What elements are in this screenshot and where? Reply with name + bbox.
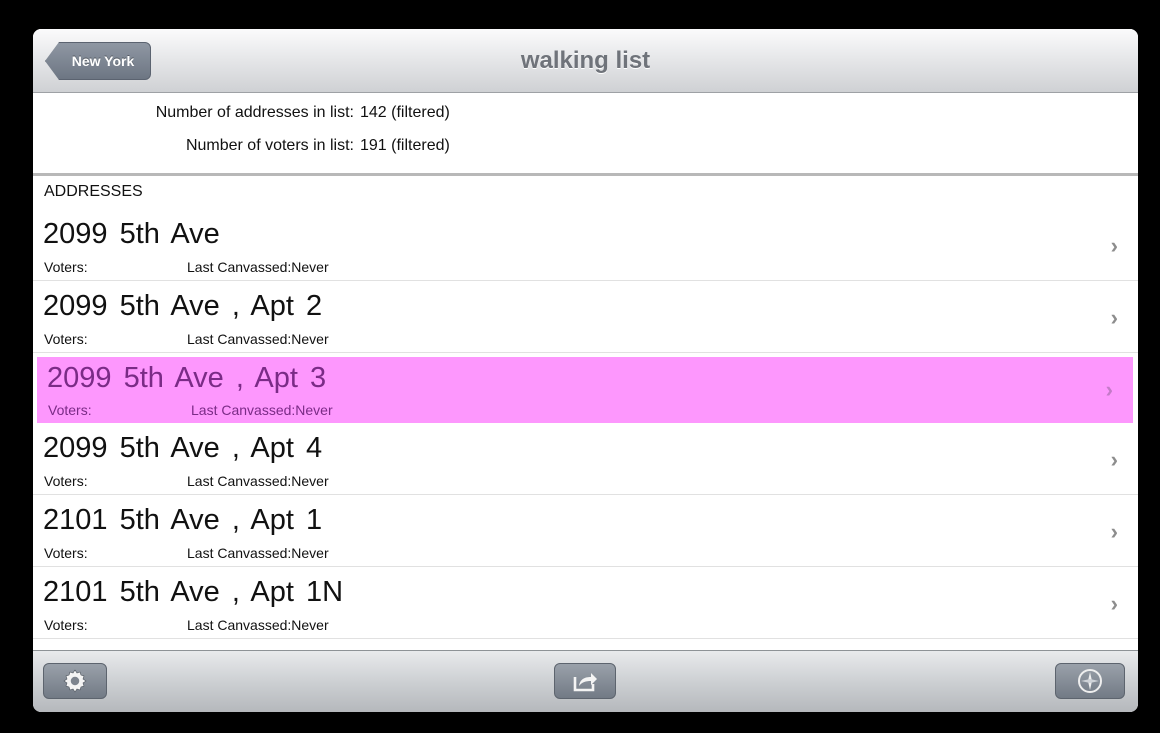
last-canvassed-text: Last Canvassed:Never [191,402,333,418]
address-row[interactable]: 2099 5th Ave , Apt 4 Voters: Last Canvas… [33,423,1138,495]
voters-label: Voters: [44,473,88,489]
navigation-bar: walking list New York [33,29,1138,93]
address-text: 2101 5th Ave , Apt 1 [43,504,323,536]
list-summary: Number of addresses in list: 142 (filter… [33,94,1138,176]
settings-button[interactable] [43,663,107,699]
bottom-toolbar [33,650,1138,712]
address-row[interactable]: 2099 5th Ave , Apt 2 Voters: Last Canvas… [33,281,1138,353]
voters-label: Voters: [44,331,88,347]
address-text: 2099 5th Ave [43,218,220,250]
chevron-right-icon: › [1110,233,1118,258]
voters-label: Voters: [44,617,88,633]
last-canvassed-text: Last Canvassed:Never [187,617,329,633]
address-text: 2099 5th Ave , Apt 3 [47,362,327,394]
addresses-count-row: Number of addresses in list: 142 (filter… [33,104,450,122]
chevron-right-icon: › [1110,591,1118,616]
address-text: 2101 5th Ave , Apt 1N [43,576,344,608]
addresses-count-value: 142 (filtered) [360,104,450,121]
voters-label: Voters: [44,545,88,561]
last-canvassed-text: Last Canvassed:Never [187,545,329,561]
last-canvassed-text: Last Canvassed:Never [187,259,329,275]
back-button[interactable]: New York [45,42,151,80]
map-button[interactable] [1055,663,1125,699]
voters-count-value: 191 (filtered) [360,137,450,154]
chevron-right-icon: › [1110,447,1118,472]
chevron-right-icon: › [1105,377,1113,402]
address-list: 2099 5th Ave Voters: Last Canvassed:Neve… [33,209,1138,639]
gear-icon [63,669,87,693]
address-row-selected[interactable]: 2099 5th Ave , Apt 3 Voters: Last Canvas… [37,357,1133,423]
voters-count-row: Number of voters in list: 191 (filtered) [33,137,450,155]
share-icon [573,673,597,692]
last-canvassed-text: Last Canvassed:Never [187,331,329,347]
compass-icon [1078,669,1102,693]
address-text: 2099 5th Ave , Apt 4 [43,432,323,464]
last-canvassed-text: Last Canvassed:Never [187,473,329,489]
address-text: 2099 5th Ave , Apt 2 [43,290,323,322]
addresses-count-label: Number of addresses in list: [155,104,354,121]
section-header-addresses: ADDRESSES [44,183,143,200]
address-row[interactable]: 2101 5th Ave , Apt 1 Voters: Last Canvas… [33,495,1138,567]
page-title: walking list [520,47,651,74]
address-row[interactable]: 2101 5th Ave , Apt 1N Voters: Last Canva… [33,567,1138,639]
address-row[interactable]: 2099 5th Ave Voters: Last Canvassed:Neve… [33,209,1138,281]
voters-label: Voters: [44,259,88,275]
chevron-right-icon: › [1110,519,1118,544]
voters-count-label: Number of voters in list: [185,137,354,154]
app-window: walking list New York Number of addresse… [33,29,1138,712]
voters-label: Voters: [48,402,92,418]
share-button[interactable] [554,663,616,699]
chevron-right-icon: › [1110,305,1118,330]
